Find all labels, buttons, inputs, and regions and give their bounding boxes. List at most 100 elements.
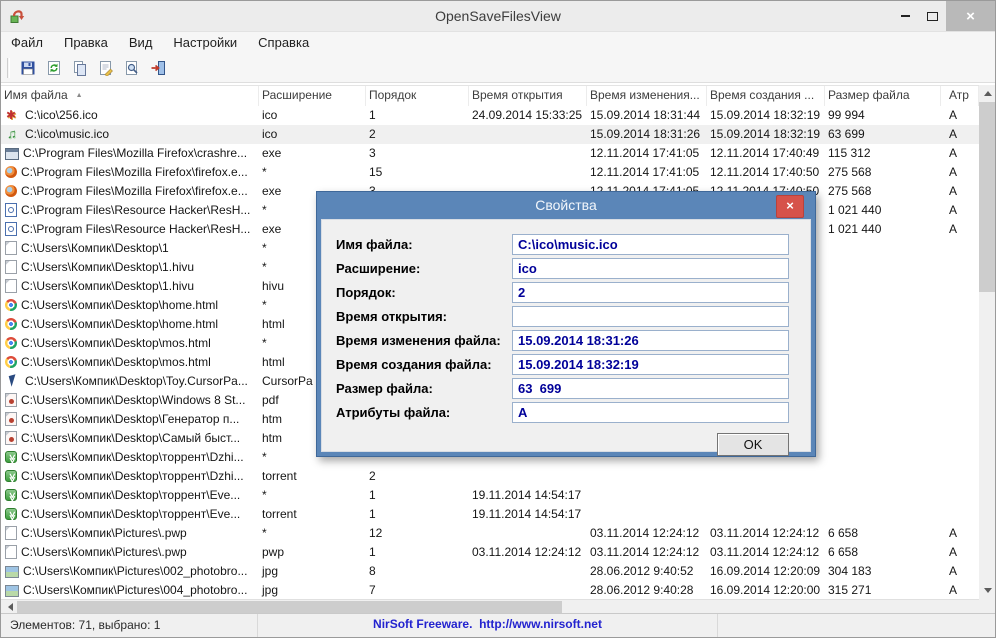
- horizontal-scrollbar[interactable]: [1, 599, 979, 614]
- dialog-field-value[interactable]: 63 699: [512, 378, 789, 399]
- column-header-opened[interactable]: Время открытия: [469, 86, 587, 106]
- vertical-scrollbar[interactable]: [979, 85, 996, 599]
- horizontal-scrollbar-thumb[interactable]: [17, 601, 562, 613]
- cell-name: C:\Users\Компик\Desktop\торрент\Dzhi...: [1, 448, 259, 467]
- dialog-field-value[interactable]: ico: [512, 258, 789, 279]
- find-button[interactable]: [119, 55, 144, 80]
- refresh-button[interactable]: [41, 55, 66, 80]
- vertical-scrollbar-thumb[interactable]: [979, 102, 996, 292]
- dialog-title-bar[interactable]: Свойства ×: [317, 192, 815, 219]
- cell-attr: [941, 258, 979, 277]
- dialog-field-row: Время открытия:: [336, 304, 789, 328]
- cell-name: C:\Program Files\Resource Hacker\ResH...: [1, 220, 259, 239]
- file-path: C:\Users\Компик\Desktop\1.hivu: [21, 258, 194, 277]
- maximize-button[interactable]: [919, 1, 946, 31]
- scroll-left-button[interactable]: [3, 600, 17, 614]
- dialog-field-row: Атрибуты файла:A: [336, 400, 789, 424]
- cell-size: [825, 467, 941, 486]
- column-header-name[interactable]: Имя файла▲: [1, 86, 259, 106]
- cell-name: C:\Users\Компик\Desktop\home.html: [1, 315, 259, 334]
- dialog-close-button[interactable]: ×: [776, 195, 804, 218]
- cell-attr: [941, 353, 979, 372]
- column-header-ext[interactable]: Расширение: [259, 86, 366, 106]
- ok-button[interactable]: OK: [717, 433, 789, 456]
- redpage-file-icon: [5, 412, 17, 426]
- reshacker-file-icon: [5, 222, 17, 236]
- cell-name: C:\Users\Компик\Desktop\mos.html: [1, 334, 259, 353]
- menu-item-2[interactable]: Вид: [129, 35, 153, 50]
- dialog-field-value[interactable]: 2: [512, 282, 789, 303]
- file-path: C:\Users\Компик\Desktop\home.html: [21, 296, 218, 315]
- nirsoft-link[interactable]: NirSoft Freeware. http://www.nirsoft.net: [373, 617, 602, 631]
- scroll-up-button[interactable]: [979, 85, 996, 102]
- cell-attr: A: [941, 220, 979, 239]
- save-button[interactable]: [15, 55, 40, 80]
- torrent-file-icon: [5, 470, 17, 482]
- cell-size: [825, 315, 941, 334]
- table-row[interactable]: C:\Users\Компик\Pictures\002_photobro...…: [1, 562, 979, 581]
- table-row[interactable]: C:\Users\Компик\Pictures\.pwp*1203.11.20…: [1, 524, 979, 543]
- cell-attr: A: [941, 125, 979, 144]
- cell-name: C:\Users\Компик\Desktop\Windows 8 St...: [1, 391, 259, 410]
- cell-order: 8: [366, 562, 469, 581]
- column-header-created[interactable]: Время создания ...: [707, 86, 825, 106]
- table-row[interactable]: C:\Users\Компик\Desktop\торрент\Dzhi...t…: [1, 467, 979, 486]
- menu-item-3[interactable]: Настройки: [173, 35, 237, 50]
- cell-modified: 03.11.2014 12:24:12: [587, 524, 707, 543]
- table-row[interactable]: C:\Users\Компик\Pictures\004_photobro...…: [1, 581, 979, 597]
- cell-opened: 19.11.2014 14:54:17: [469, 505, 587, 524]
- properties-icon: [98, 60, 114, 76]
- cell-attr: A: [941, 524, 979, 543]
- file-path: C:\Users\Компик\Desktop\1: [21, 239, 169, 258]
- menu-item-1[interactable]: Правка: [64, 35, 108, 50]
- cell-opened: [469, 581, 587, 597]
- cell-size: [825, 429, 941, 448]
- file-path: C:\Users\Компик\Desktop\торрент\Eve...: [21, 505, 240, 524]
- dialog-field-value[interactable]: A: [512, 402, 789, 423]
- table-row[interactable]: C:\Program Files\Mozilla Firefox\firefox…: [1, 163, 979, 182]
- table-row[interactable]: C:\Users\Компик\Desktop\торрент\Eve...*1…: [1, 486, 979, 505]
- file-path: C:\Users\Компик\Desktop\торрент\Dzhi...: [21, 448, 244, 467]
- cell-attr: A: [941, 163, 979, 182]
- dialog-field-label: Размер файла:: [336, 381, 512, 396]
- menu-item-0[interactable]: Файл: [11, 35, 43, 50]
- file-path: C:\Users\Компик\Desktop\торрент\Eve...: [21, 486, 240, 505]
- menu-item-4[interactable]: Справка: [258, 35, 309, 50]
- table-row[interactable]: C:\ico\music.icoico215.09.2014 18:31:261…: [1, 125, 979, 144]
- cell-ext: pwp: [259, 543, 366, 562]
- scroll-down-button[interactable]: [979, 582, 996, 599]
- table-row[interactable]: C:\ico\256.icoico124.09.2014 15:33:2515.…: [1, 106, 979, 125]
- status-items-count: Элементов: 71, выбрано: 1: [1, 614, 258, 638]
- cell-opened: 03.11.2014 12:24:12: [469, 543, 587, 562]
- cell-modified: [587, 467, 707, 486]
- cell-created: [707, 505, 825, 524]
- cell-created: 12.11.2014 17:40:49: [707, 144, 825, 163]
- minimize-button[interactable]: [892, 1, 919, 31]
- refresh-icon: [46, 60, 62, 76]
- dialog-field-value[interactable]: C:\ico\music.ico: [512, 234, 789, 255]
- cell-order: 2: [366, 125, 469, 144]
- column-header-order[interactable]: Порядок: [366, 86, 469, 106]
- cell-name: C:\Users\Компик\Pictures\.pwp: [1, 524, 259, 543]
- copy-button[interactable]: [67, 55, 92, 80]
- close-button[interactable]: ×: [946, 1, 995, 31]
- properties-button[interactable]: [93, 55, 118, 80]
- dialog-field-value[interactable]: [512, 306, 789, 327]
- column-header-attr[interactable]: Атр: [941, 86, 979, 106]
- cell-name: C:\Users\Компик\Desktop\Генератор п...: [1, 410, 259, 429]
- table-row[interactable]: C:\Program Files\Mozilla Firefox\crashre…: [1, 144, 979, 163]
- cell-opened: [469, 467, 587, 486]
- table-row[interactable]: C:\Users\Компик\Desktop\торрент\Eve...to…: [1, 505, 979, 524]
- cell-size: 6 658: [825, 543, 941, 562]
- arrow-up-icon: [984, 91, 992, 96]
- table-row[interactable]: C:\Users\Компик\Pictures\.pwppwp103.11.2…: [1, 543, 979, 562]
- column-header-size[interactable]: Размер файла: [825, 86, 941, 106]
- column-header-modified[interactable]: Время изменения...: [587, 86, 707, 106]
- cell-name: C:\ico\music.ico: [1, 125, 259, 144]
- exit-button[interactable]: [145, 55, 170, 80]
- cell-modified: 15.09.2014 18:31:26: [587, 125, 707, 144]
- dialog-field-value[interactable]: 15.09.2014 18:31:26: [512, 330, 789, 351]
- dialog-field-value[interactable]: 15.09.2014 18:32:19: [512, 354, 789, 375]
- toolbar-gripper: [7, 58, 10, 78]
- cell-name: C:\Users\Компик\Desktop\торрент\Dzhi...: [1, 467, 259, 486]
